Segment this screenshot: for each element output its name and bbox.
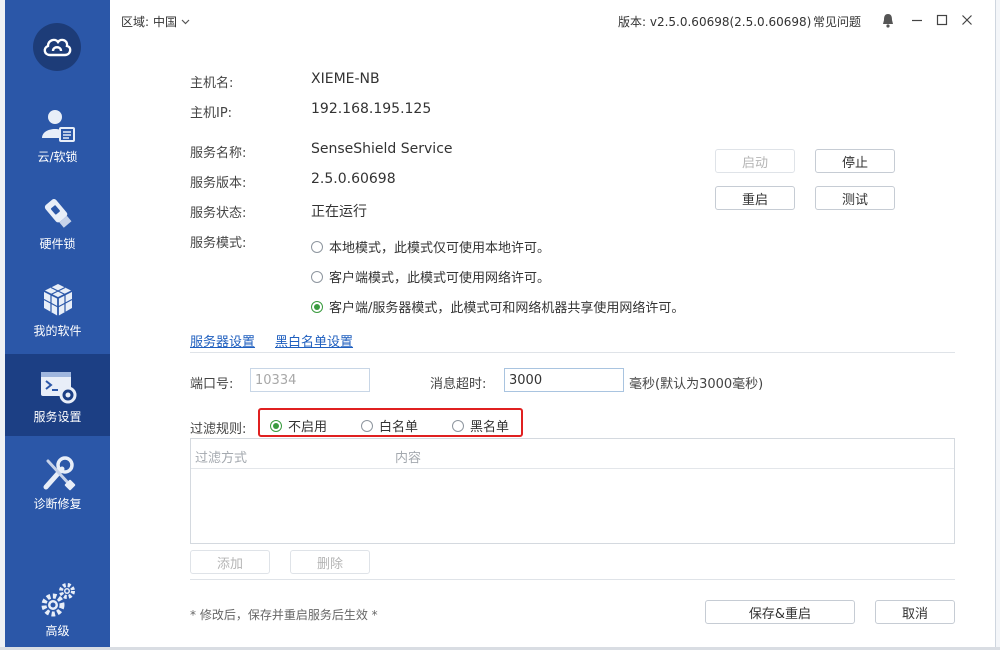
- sidebar: 云/软锁 硬件锁 我的软件 服务设置 诊断修复 高级: [5, 0, 110, 647]
- app-logo: [33, 23, 81, 71]
- filter-label: 过滤规则:: [190, 422, 247, 437]
- add-button[interactable]: 添加: [190, 550, 270, 574]
- save-restart-button[interactable]: 保存&重启: [705, 600, 855, 624]
- filter-blacklist-label: 黑名单: [470, 420, 510, 435]
- gears-icon: [38, 580, 78, 620]
- background-edge-right: [996, 0, 1000, 650]
- host-ip-value: 192.168.195.125: [311, 101, 432, 117]
- wrench-screwdriver-icon: [38, 453, 78, 493]
- service-status-value: 正在运行: [311, 204, 367, 220]
- radio-circle: [311, 270, 323, 283]
- filter-disabled-radio[interactable]: 不启用: [270, 416, 327, 435]
- divider: [190, 352, 955, 353]
- column-header-filter-type: 过滤方式: [195, 451, 248, 466]
- timeout-unit: 毫秒(默认为3000毫秒): [629, 377, 764, 392]
- tab-server-settings[interactable]: 服务器设置: [190, 331, 255, 350]
- save-note: * 修改后，保存并重启服务后生效 *: [190, 608, 378, 622]
- cubes-icon: [38, 280, 78, 320]
- sidebar-item-advanced[interactable]: 高级: [5, 572, 110, 650]
- restart-button[interactable]: 重启: [715, 186, 795, 210]
- host-name-value: XIEME-NB: [311, 71, 380, 87]
- radio-circle: [452, 419, 464, 432]
- sidebar-item-service-settings[interactable]: 服务设置: [5, 354, 110, 436]
- sidebar-item-my-software[interactable]: 我的软件: [5, 272, 110, 350]
- cloud-logo-icon: [43, 38, 72, 57]
- filter-table[interactable]: 过滤方式 内容: [190, 438, 955, 544]
- sidebar-item-label: 云/软锁: [37, 150, 78, 164]
- region-label: 区域:: [121, 15, 150, 29]
- chevron-down-icon: [181, 19, 190, 24]
- port-label: 端口号:: [190, 377, 234, 392]
- sidebar-item-cloud-soft-lock[interactable]: 云/软锁: [5, 98, 110, 176]
- service-mode-label: 服务模式:: [190, 236, 247, 251]
- app-window: 云/软锁 硬件锁 我的软件 服务设置 诊断修复 高级 区域: 中国 版本: v2…: [5, 0, 996, 647]
- service-status-label: 服务状态:: [190, 206, 247, 221]
- filter-whitelist-radio[interactable]: 白名单: [361, 416, 418, 435]
- mode-client-radio[interactable]: 客户端模式，此模式可使用网络许可。: [311, 267, 550, 286]
- cancel-button[interactable]: 取消: [875, 600, 955, 624]
- divider: [190, 579, 955, 580]
- stop-button[interactable]: 停止: [815, 149, 895, 173]
- radio-circle: [311, 240, 323, 253]
- host-name-label: 主机名:: [190, 76, 234, 91]
- sidebar-item-label: 服务设置: [33, 410, 82, 424]
- minimize-icon[interactable]: [908, 11, 926, 29]
- mode-client-server-radio[interactable]: 客户端/服务器模式，此模式可和网络机器共享使用网络许可。: [311, 297, 684, 316]
- maximize-icon[interactable]: [933, 11, 951, 29]
- region-selector[interactable]: 区域: 中国: [121, 13, 190, 30]
- start-button[interactable]: 启动: [715, 149, 795, 173]
- sidebar-item-label: 诊断修复: [33, 497, 82, 511]
- port-input[interactable]: 10334: [250, 368, 370, 392]
- close-icon[interactable]: [958, 11, 976, 29]
- mode-local-label: 本地模式，此模式仅可使用本地许可。: [329, 241, 551, 256]
- host-ip-label: 主机IP:: [190, 106, 233, 121]
- sidebar-item-hardware-lock[interactable]: 硬件锁: [5, 185, 110, 263]
- terminal-gear-icon: [38, 366, 78, 406]
- region-value: 中国: [153, 15, 178, 29]
- timeout-label: 消息超时:: [430, 377, 487, 392]
- sidebar-item-label: 硬件锁: [39, 237, 76, 251]
- filter-blacklist-radio[interactable]: 黑名单: [452, 416, 509, 435]
- bell-icon[interactable]: [879, 11, 897, 29]
- version-text: 版本: v2.5.0.60698(2.5.0.60698): [618, 15, 812, 29]
- sidebar-item-diagnose-repair[interactable]: 诊断修复: [5, 445, 110, 523]
- usb-key-icon: [38, 193, 78, 233]
- mode-client-label: 客户端模式，此模式可使用网络许可。: [329, 271, 551, 286]
- mode-local-radio[interactable]: 本地模式，此模式仅可使用本地许可。: [311, 237, 550, 256]
- service-version-value: 2.5.0.60698: [311, 171, 396, 187]
- sidebar-item-label: 我的软件: [33, 324, 82, 338]
- tab-blacklist-settings[interactable]: 黑白名单设置: [275, 331, 353, 350]
- service-version-label: 服务版本:: [190, 176, 247, 191]
- filter-whitelist-label: 白名单: [379, 420, 419, 435]
- timeout-input[interactable]: 3000: [504, 368, 624, 392]
- table-header: 过滤方式 内容: [191, 439, 954, 469]
- radio-circle-checked: [311, 300, 323, 313]
- sidebar-item-label: 高级: [45, 624, 70, 638]
- delete-button[interactable]: 删除: [290, 550, 370, 574]
- service-name-value: SenseShield Service: [311, 141, 453, 157]
- radio-circle-checked: [270, 419, 282, 432]
- service-name-label: 服务名称:: [190, 146, 247, 161]
- radio-circle: [361, 419, 373, 432]
- user-card-icon: [38, 106, 78, 146]
- column-header-content: 内容: [395, 451, 422, 466]
- faq-link[interactable]: 常见问题: [813, 13, 861, 30]
- test-button[interactable]: 测试: [815, 186, 895, 210]
- filter-disabled-label: 不启用: [288, 420, 328, 435]
- mode-client-server-label: 客户端/服务器模式，此模式可和网络机器共享使用网络许可。: [329, 301, 685, 316]
